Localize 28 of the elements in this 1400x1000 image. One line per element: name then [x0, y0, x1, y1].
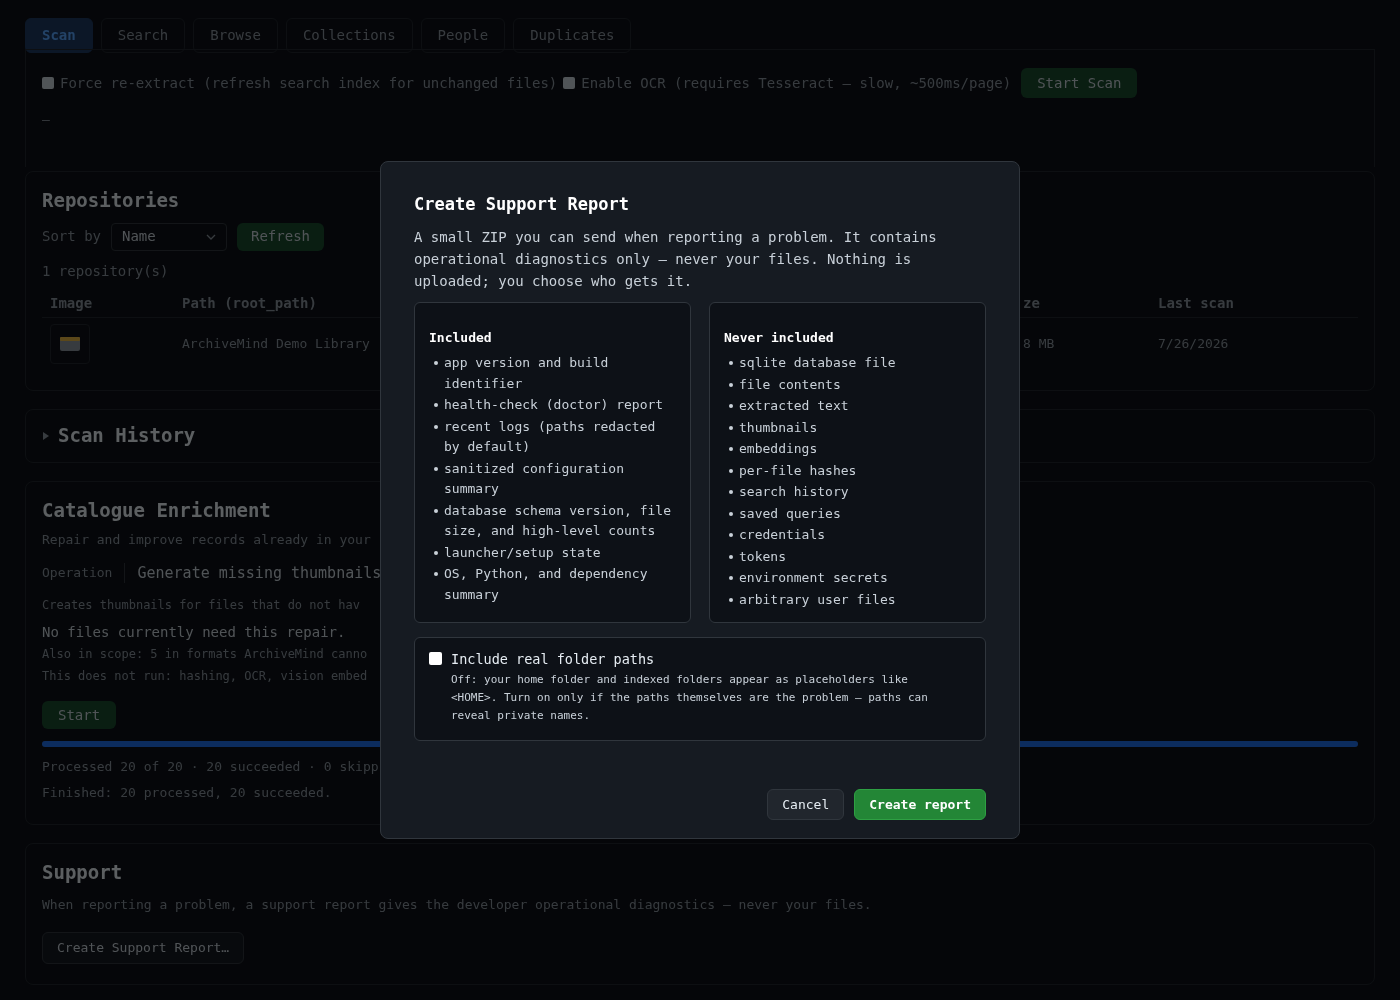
list-item: OS, Python, and dependency summary	[444, 565, 649, 604]
list-item: per-file hashes	[739, 461, 857, 480]
section-title: Repositories	[42, 188, 180, 213]
section-title: Support	[42, 860, 123, 885]
list-item: tokens	[739, 547, 786, 566]
section-title: Scan History	[58, 423, 196, 449]
notice: No files currently need this repair.	[42, 623, 346, 642]
list-item: health-check (doctor) report	[444, 396, 664, 414]
option-label: Include real folder paths	[451, 650, 655, 669]
list-item: embeddings	[739, 440, 818, 458]
list-item: arbitrary user files	[739, 590, 896, 609]
list-item: recent logs (paths redacted by default)	[444, 417, 657, 456]
list-item: search history	[739, 483, 849, 501]
list-item: launcher/setup state	[444, 543, 601, 562]
list-item: saved queries	[739, 504, 841, 523]
list-item: extracted text	[739, 397, 849, 415]
list-item: thumbnails	[739, 418, 818, 437]
list-item: file contents	[739, 375, 841, 394]
card-title: Never included	[724, 328, 834, 347]
list-item: environment secrets	[739, 569, 888, 587]
list-item: credentials	[739, 526, 826, 544]
dialog-title: Create Support Report	[414, 193, 629, 216]
scan-status: –	[42, 111, 50, 129]
section-title: Catalogue Enrichment	[42, 497, 271, 523]
list-item: sqlite database file	[739, 354, 896, 372]
option-help: Off: your home folder and indexed folders appear as placeholders like <HOME>. Turn on only if the paths themselves are the problem — paths can reveal private names.	[451, 672, 929, 725]
dialog-description: A small ZIP you can send when reporting a problem. It contains operational diagnostics only — never your files. Nothing is uploaded; you choose who gets it.	[414, 227, 938, 291]
card-title: Included	[429, 328, 492, 347]
